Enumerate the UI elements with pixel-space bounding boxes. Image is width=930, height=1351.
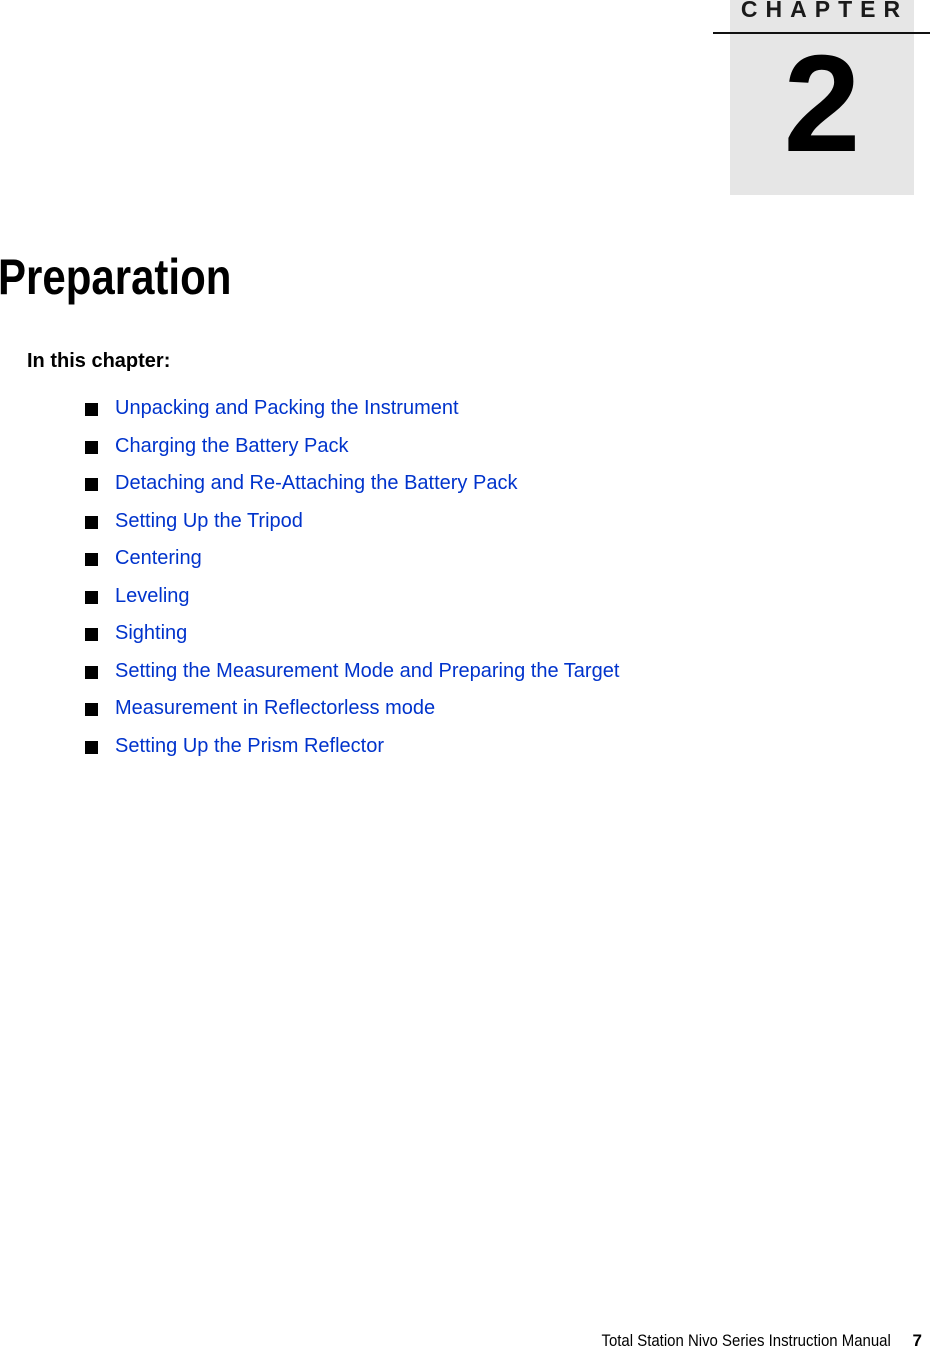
square-bullet-icon <box>85 403 98 416</box>
toc-item: Centering <box>85 544 619 582</box>
square-bullet-icon <box>85 478 98 491</box>
toc-item: Detaching and Re-Attaching the Battery P… <box>85 469 619 507</box>
page-footer: Total Station Nivo Series Instruction Ma… <box>562 1331 922 1351</box>
page-title: Preparation <box>0 249 232 305</box>
toc-link-prism-reflector[interactable]: Setting Up the Prism Reflector <box>115 732 384 760</box>
square-bullet-icon <box>85 628 98 641</box>
square-bullet-icon <box>85 703 98 716</box>
toc-link-detaching-battery[interactable]: Detaching and Re-Attaching the Battery P… <box>115 469 517 497</box>
square-bullet-icon <box>85 740 98 754</box>
toc-item: Sighting <box>85 619 619 657</box>
chapter-label: CHAPTER <box>740 0 909 22</box>
toc-link-reflectorless[interactable]: Measurement in Reflectorless mode <box>115 694 435 722</box>
footer-manual-title: Total Station Nivo Series Instruction Ma… <box>601 1331 891 1350</box>
square-bullet-icon <box>85 440 98 454</box>
toc-link-unpacking[interactable]: Unpacking and Packing the Instrument <box>115 394 459 422</box>
square-bullet-icon <box>85 515 98 529</box>
toc-item: Charging the Battery Pack <box>85 432 619 470</box>
toc-link-centering[interactable]: Centering <box>115 544 202 572</box>
toc-item: Setting Up the Tripod <box>85 507 619 545</box>
toc-item: Setting Up the Prism Reflector <box>85 732 619 770</box>
toc-item: Setting the Measurement Mode and Prepari… <box>85 657 619 695</box>
chapter-contents-list: Unpacking and Packing the Instrument Cha… <box>85 394 619 769</box>
square-bullet-icon <box>85 665 98 679</box>
toc-item: Measurement in Reflectorless mode <box>85 694 619 732</box>
toc-link-sighting[interactable]: Sighting <box>115 619 187 647</box>
footer-page-number: 7 <box>912 1331 922 1350</box>
toc-link-charging-battery[interactable]: Charging the Battery Pack <box>115 432 348 460</box>
square-bullet-icon <box>85 553 98 566</box>
chapter-contents-heading: In this chapter: <box>27 350 171 372</box>
toc-link-leveling[interactable]: Leveling <box>115 582 190 610</box>
toc-link-tripod[interactable]: Setting Up the Tripod <box>115 507 303 535</box>
toc-item: Leveling <box>85 582 619 620</box>
toc-link-measurement-mode[interactable]: Setting the Measurement Mode and Prepari… <box>115 657 619 685</box>
chapter-number: 2 <box>783 27 861 181</box>
square-bullet-icon <box>85 590 98 604</box>
toc-item: Unpacking and Packing the Instrument <box>85 394 619 432</box>
